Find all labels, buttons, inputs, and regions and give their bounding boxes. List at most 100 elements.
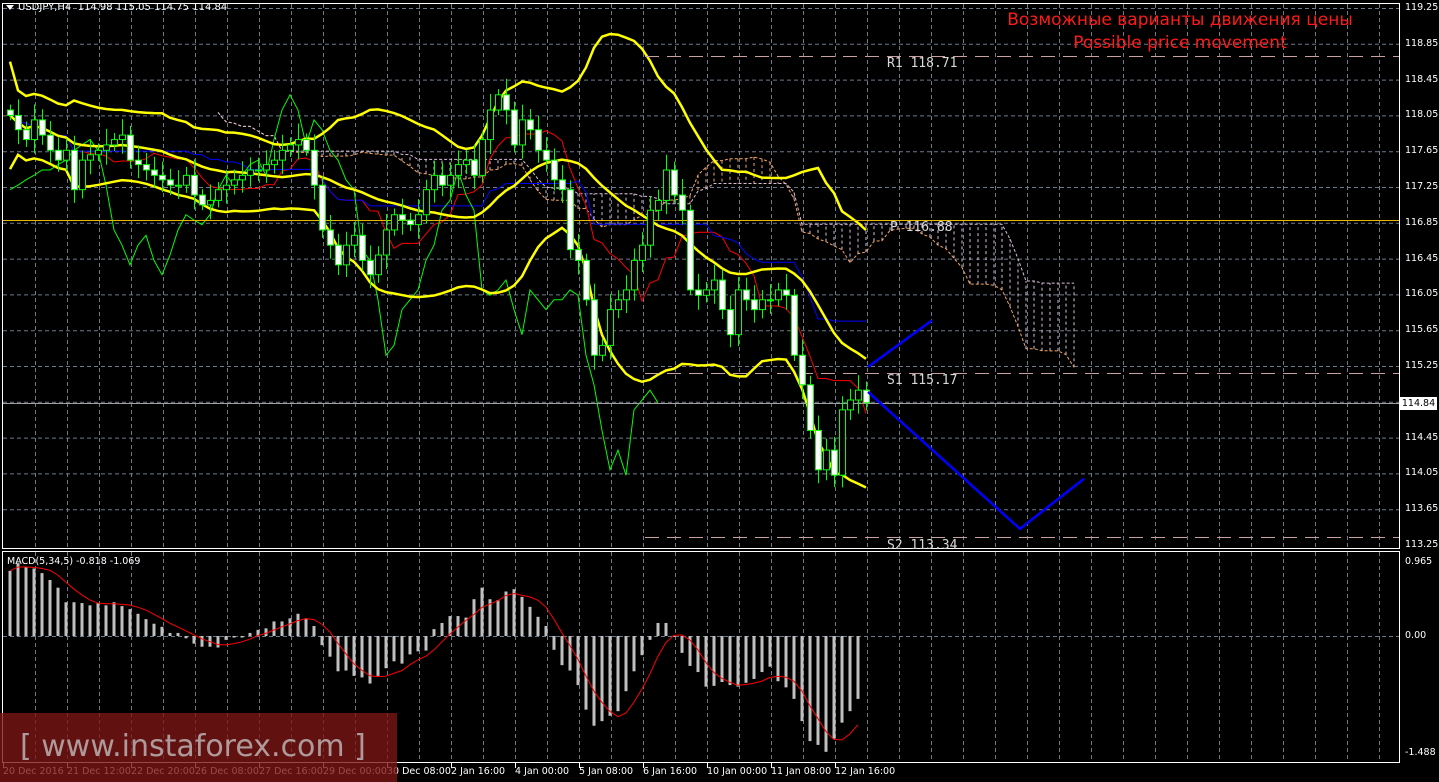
macd-histogram-bar bbox=[184, 636, 188, 639]
macd-histogram-bar bbox=[104, 605, 108, 636]
watermark-text: [ www.instaforex.com ] bbox=[20, 729, 366, 764]
macd-histogram-bar bbox=[72, 602, 76, 636]
macd-histogram-bar bbox=[296, 613, 300, 636]
macd-histogram-bar bbox=[328, 636, 332, 657]
macd-histogram-bar bbox=[88, 605, 92, 636]
candle-body bbox=[295, 139, 302, 146]
macd-histogram-bar bbox=[440, 622, 444, 636]
candle-body bbox=[855, 389, 862, 401]
macd-histogram-bar bbox=[592, 636, 596, 726]
macd-histogram-bar bbox=[696, 636, 700, 673]
candle-body bbox=[703, 289, 710, 296]
macd-histogram-bar bbox=[24, 566, 28, 636]
macd-histogram-bar bbox=[416, 636, 420, 652]
candle-body bbox=[119, 134, 126, 141]
candle-body bbox=[7, 109, 14, 116]
macd-histogram-bar bbox=[832, 636, 836, 739]
candle-body bbox=[55, 149, 62, 161]
candle-body bbox=[815, 429, 822, 471]
candle-body bbox=[111, 139, 118, 146]
candle-body bbox=[615, 299, 622, 311]
candle-body bbox=[103, 144, 110, 151]
candle-body bbox=[63, 149, 70, 161]
macd-histogram-bar bbox=[216, 636, 220, 648]
time-tick: 4 Jan 00:00 bbox=[515, 766, 570, 777]
candle-body bbox=[191, 174, 198, 196]
macd-histogram-bar bbox=[136, 613, 140, 636]
candle-body bbox=[303, 139, 310, 151]
macd-histogram-bar bbox=[568, 636, 572, 671]
candle-body bbox=[15, 114, 22, 131]
main-panel-frame bbox=[2, 3, 1400, 549]
candle-body bbox=[671, 169, 678, 196]
macd-histogram-bar bbox=[808, 636, 812, 742]
macd-histogram-bar bbox=[264, 628, 268, 636]
macd-histogram-bar bbox=[320, 636, 324, 646]
price-tick: 116.85 bbox=[1405, 216, 1439, 228]
candle-body bbox=[479, 139, 486, 176]
candle-body bbox=[447, 174, 454, 186]
candle-body bbox=[511, 109, 518, 146]
candle-body bbox=[431, 174, 438, 191]
candle-body bbox=[559, 179, 566, 191]
macd-histogram-bar bbox=[848, 636, 852, 712]
candle-body bbox=[599, 344, 606, 356]
candle-body bbox=[47, 134, 54, 151]
macd-histogram-bar bbox=[48, 580, 52, 636]
macd-histogram-bar bbox=[608, 636, 612, 716]
macd-histogram-bar bbox=[528, 606, 532, 636]
macd-histogram-bar bbox=[744, 636, 748, 683]
macd-histogram-bar bbox=[32, 568, 36, 636]
macd-histogram-bar bbox=[816, 636, 820, 745]
candle-body bbox=[647, 209, 654, 246]
macd-histogram-bar bbox=[384, 636, 388, 669]
macd-histogram-bar bbox=[544, 626, 548, 636]
macd-histogram-bar bbox=[496, 599, 500, 636]
high-value: 115.05 bbox=[115, 2, 151, 13]
macd-histogram-bar bbox=[840, 636, 844, 723]
macd-histogram-bar bbox=[392, 636, 396, 662]
candle-body bbox=[719, 279, 726, 311]
macd-histogram-bar bbox=[144, 619, 148, 636]
macd-histogram-bar bbox=[224, 636, 228, 640]
candle-body bbox=[351, 234, 358, 246]
candle-body bbox=[423, 189, 430, 216]
candle-body bbox=[215, 189, 222, 201]
macd-histogram-bar bbox=[640, 636, 644, 656]
candle-body bbox=[367, 259, 374, 276]
dropdown-triangle-icon[interactable] bbox=[6, 4, 14, 10]
candle-body bbox=[503, 94, 510, 111]
candle-body bbox=[823, 449, 830, 471]
candle-body bbox=[767, 299, 774, 302]
macd-histogram-bar bbox=[776, 636, 780, 682]
level-label-s1: S1 115.17 bbox=[887, 373, 958, 388]
macd-histogram-bar bbox=[304, 618, 308, 636]
annotation-title-ru: Возможные варианты движения цены bbox=[1007, 10, 1353, 30]
macd-histogram-bar bbox=[112, 602, 116, 636]
macd-histogram-bar bbox=[400, 636, 404, 664]
macd-histogram-bar bbox=[616, 636, 620, 712]
macd-histogram-bar bbox=[168, 632, 172, 636]
macd-histogram-bar bbox=[80, 603, 84, 636]
candle-body bbox=[71, 149, 78, 191]
price-tick: 118.05 bbox=[1405, 109, 1439, 121]
price-tick: 115.25 bbox=[1405, 360, 1439, 371]
macd-histogram-bar bbox=[824, 636, 828, 752]
macd-histogram-bar bbox=[656, 622, 660, 636]
chart-canvas[interactable] bbox=[0, 0, 1439, 782]
price-tick: 113.25 bbox=[1405, 539, 1439, 550]
macd-histogram-bar bbox=[728, 636, 732, 686]
macd-histogram-bar bbox=[752, 636, 756, 679]
price-tick: 117.25 bbox=[1405, 181, 1439, 192]
candle-body bbox=[263, 164, 270, 171]
candle-body bbox=[655, 199, 662, 211]
macd-label: MACD(5,34,5) -0.818 -1.069 bbox=[7, 556, 141, 567]
candle-body bbox=[591, 299, 598, 356]
candle-body bbox=[535, 129, 542, 151]
price-tick: 113.65 bbox=[1405, 503, 1439, 515]
candle-body bbox=[271, 159, 278, 166]
macd-histogram-bar bbox=[352, 636, 356, 676]
macd-histogram-bar bbox=[312, 626, 316, 636]
candle-body bbox=[551, 159, 558, 181]
macd-histogram-bar bbox=[664, 622, 668, 636]
